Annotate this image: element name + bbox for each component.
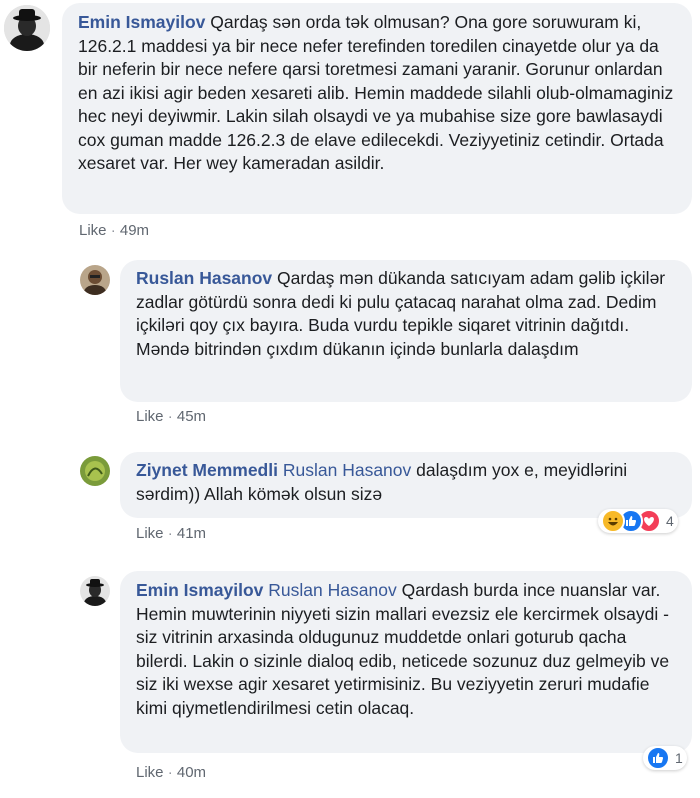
comment-author[interactable]: Ruslan Hasanov bbox=[136, 268, 272, 288]
avatar-silhouette-icon bbox=[80, 576, 110, 606]
reaction-summary[interactable]: 4 bbox=[598, 509, 678, 533]
avatar-emin[interactable] bbox=[80, 576, 110, 606]
like-button[interactable]: Like bbox=[136, 525, 164, 542]
comment-timestamp[interactable]: 45m bbox=[177, 408, 206, 425]
comment-author[interactable]: Emin Ismayilov bbox=[136, 580, 263, 600]
comment-author[interactable]: Emin Ismayilov bbox=[78, 12, 205, 32]
like-button[interactable]: Like bbox=[79, 222, 107, 239]
comment-timestamp[interactable]: 40m bbox=[177, 764, 206, 781]
comment-author[interactable]: Ziynet Memmedli bbox=[136, 460, 278, 480]
separator: · bbox=[110, 222, 116, 239]
separator: · bbox=[167, 764, 173, 781]
avatar-silhouette-icon bbox=[4, 5, 50, 51]
like-icon bbox=[646, 746, 670, 770]
reaction-count: 1 bbox=[675, 750, 683, 766]
reaction-count: 4 bbox=[666, 513, 674, 529]
comment-actions: Like · 41m bbox=[136, 525, 206, 542]
mention-link[interactable]: Ruslan Hasanov bbox=[268, 580, 396, 600]
comment-text: Qardaş sən orda tək olmusan? Ona gore so… bbox=[78, 12, 674, 173]
reaction-summary[interactable]: 1 bbox=[643, 746, 687, 770]
separator: · bbox=[167, 525, 173, 542]
comment-actions: Like · 45m bbox=[136, 408, 206, 425]
avatar-emin[interactable] bbox=[4, 5, 50, 51]
comment-bubble: Ziynet Memmedli Ruslan Hasanov dalaşdım … bbox=[120, 452, 692, 518]
avatar-photo-icon bbox=[80, 456, 110, 486]
mention-link[interactable]: Ruslan Hasanov bbox=[283, 460, 411, 480]
comment-timestamp[interactable]: 41m bbox=[177, 525, 206, 542]
avatar-ruslan[interactable] bbox=[80, 265, 110, 295]
comment-bubble: Emin Ismayilov Ruslan Hasanov Qardash bu… bbox=[120, 571, 692, 753]
like-button[interactable]: Like bbox=[136, 408, 164, 425]
comment-timestamp[interactable]: 49m bbox=[120, 222, 149, 239]
comment-actions: Like · 49m bbox=[79, 222, 149, 239]
comment-bubble: Emin Ismayilov Qardaş sən orda tək olmus… bbox=[62, 3, 692, 214]
comment-actions: Like · 40m bbox=[136, 764, 206, 781]
like-button[interactable]: Like bbox=[136, 764, 164, 781]
haha-icon bbox=[601, 509, 625, 533]
avatar-ziynet[interactable] bbox=[80, 456, 110, 486]
avatar-photo-icon bbox=[80, 265, 110, 295]
comment-text: Qardash burda ince nuanslar var. Hemin m… bbox=[136, 580, 670, 718]
comment-bubble: Ruslan Hasanov Qardaş mən dükanda satıcı… bbox=[120, 260, 692, 402]
separator: · bbox=[167, 408, 173, 425]
